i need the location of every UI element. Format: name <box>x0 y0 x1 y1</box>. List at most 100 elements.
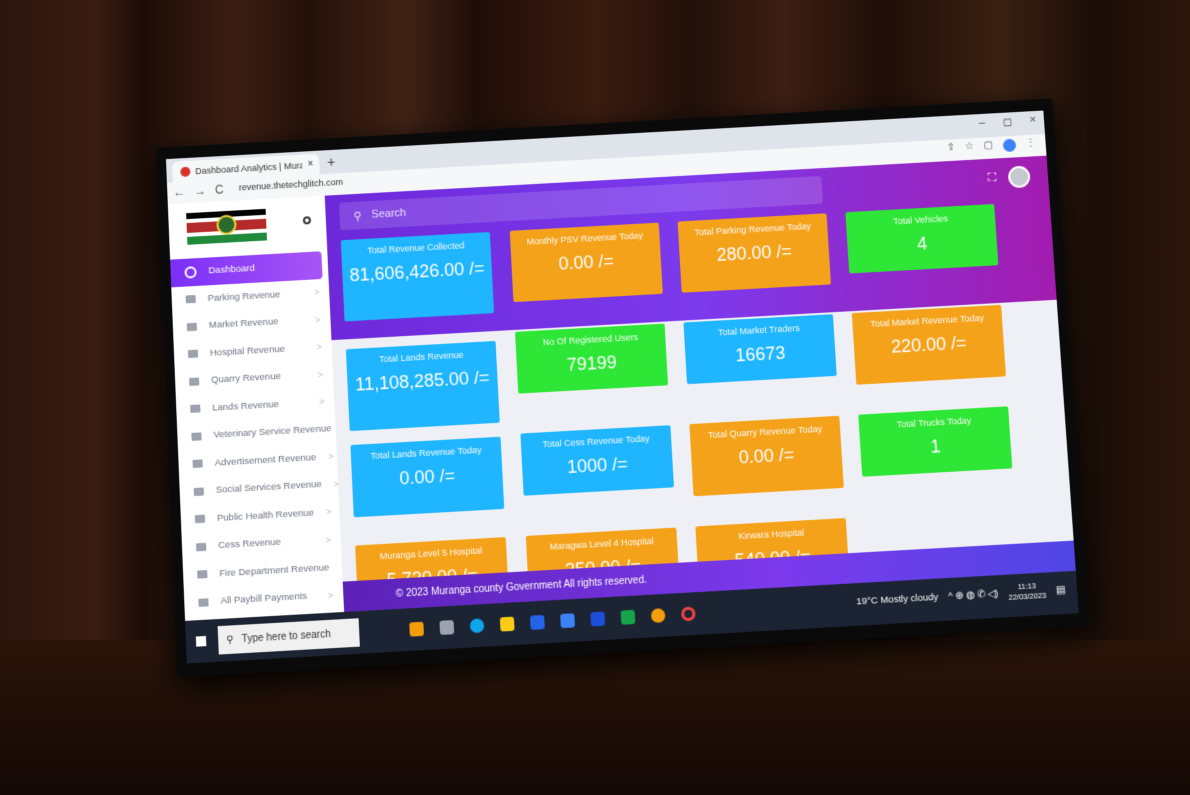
stat-card-value: 79199 <box>522 349 661 379</box>
file-explorer-icon[interactable] <box>500 617 515 632</box>
stat-card-label: Total Parking Revenue Today <box>684 220 822 240</box>
chevron-right-icon: > <box>318 369 334 380</box>
stat-card: Total Market Traders 16673 <box>683 314 836 384</box>
menu-item-icon <box>192 460 202 469</box>
chevron-right-icon: > <box>328 589 344 600</box>
close-window-button[interactable]: × <box>1029 114 1036 127</box>
stat-card: Total Lands Revenue 11,108,285.00 /= <box>346 341 500 431</box>
search-input[interactable]: Search <box>371 207 406 221</box>
menu-item-icon <box>187 322 197 331</box>
stat-card-label: Total Quarry Revenue Today <box>696 422 835 443</box>
clock-date: 22/03/2023 <box>1008 591 1046 603</box>
chrome-icon[interactable] <box>651 608 666 623</box>
search-icon: ⚲ <box>226 634 234 646</box>
menu-item-icon <box>186 295 196 303</box>
stat-card-value: 11,108,285.00 /= <box>353 366 492 396</box>
new-tab-button[interactable]: + <box>327 154 336 170</box>
stat-card-label: Total Vehicles <box>852 210 990 230</box>
reload-button[interactable]: C <box>215 183 224 197</box>
stat-card: Total Vehicles 4 <box>845 204 998 274</box>
stat-card: Total Lands Revenue Today 0.00 /= <box>350 437 504 518</box>
sidebar-item-label: Public Health Revenue <box>217 507 314 523</box>
back-button[interactable]: ← <box>173 185 185 199</box>
stat-card-label: Total Revenue Collected <box>347 238 485 258</box>
county-flag-logo <box>186 209 267 245</box>
footer-text: © 2023 Muranga county Government All rig… <box>395 574 647 599</box>
weather-text[interactable]: 19°C Mostly cloudy <box>856 591 939 607</box>
window-controls: – ◻ × <box>979 114 1037 130</box>
stat-card-label: Total Cess Revenue Today <box>527 432 666 453</box>
stat-card-value: 1 <box>866 432 1005 462</box>
tab-close-button[interactable]: × <box>307 159 319 170</box>
menu-item-icon <box>198 598 208 607</box>
taskbar-search[interactable]: ⚲ Type here to search <box>218 618 360 654</box>
tray-icons[interactable]: ^ ⊕ ◍ ✆ ◁) <box>948 588 999 602</box>
share-icon[interactable]: ⇪ <box>946 142 955 155</box>
mail-icon[interactable] <box>560 613 575 628</box>
dashboard-icon <box>184 266 196 279</box>
profile-icon[interactable] <box>1003 139 1017 152</box>
sidebar-item-label: Dashboard <box>208 263 255 276</box>
stat-card-label: Maragwa Level 4 Hospital <box>532 534 671 555</box>
menu-item-icon <box>190 405 200 414</box>
chevron-right-icon: > <box>319 396 335 407</box>
url-field[interactable]: revenue.thetechglitch.com <box>239 177 344 193</box>
stat-card-label: Total Market Revenue Today <box>858 311 996 332</box>
edge-icon[interactable] <box>470 618 485 633</box>
forward-button[interactable]: → <box>194 184 207 198</box>
news-widget-icon[interactable] <box>409 622 424 637</box>
sidebar-toggle-icon[interactable] <box>303 216 311 224</box>
menu-item-icon <box>194 487 204 496</box>
nav-buttons: ← → C <box>173 183 224 200</box>
taskbar-apps <box>409 606 696 636</box>
menu-item-icon <box>191 432 201 441</box>
stat-card: Monthly PSV Revenue Today 0.00 /= <box>510 223 663 303</box>
menu-item-icon <box>189 377 199 386</box>
stat-card: Total Market Revenue Today 220.00 /= <box>852 305 1006 385</box>
opera-icon[interactable] <box>681 606 696 621</box>
sidebar-item-label: Lands Revenue <box>212 399 279 414</box>
sidebar-item-label: Hospital Revenue <box>210 343 285 358</box>
stat-card-label: No Of Registered Users <box>521 330 659 351</box>
stat-card-label: Total Lands Revenue <box>352 347 490 368</box>
task-view-icon[interactable] <box>439 620 454 635</box>
stat-card-label: Total Market Traders <box>690 320 828 341</box>
stat-card-value: 16673 <box>691 339 830 369</box>
stat-card-value: 81,606,426.00 /= <box>348 257 486 286</box>
stat-card-value: 1000 /= <box>528 451 667 481</box>
sidebar-menu: Dashboard Parking Revenue > Market Revenue >… <box>170 251 345 645</box>
stat-card: Total Revenue Collected 81,606,426.00 /= <box>341 232 494 321</box>
main-content: ⚲ Search ⛶ Total Revenue Collected 81,606… <box>325 156 1076 612</box>
sidebar-item-label: Cess Revenue <box>218 537 281 552</box>
sidebar-item-label: Social Services Revenue <box>216 479 322 496</box>
excel-icon[interactable] <box>621 610 636 625</box>
store-icon[interactable] <box>530 615 545 630</box>
tv-monitor: Dashboard Analytics | Muranga × + – ◻ × … <box>156 98 1090 677</box>
menu-item-icon <box>195 515 205 524</box>
chevron-right-icon: > <box>316 341 332 352</box>
clock[interactable]: 11:13 22/03/2023 <box>1008 581 1047 603</box>
stat-card-value: 280.00 /= <box>685 238 823 267</box>
fullscreen-icon[interactable]: ⛶ <box>988 170 997 185</box>
kebab-menu-icon[interactable]: ⋮ <box>1025 138 1036 151</box>
minimize-button[interactable]: – <box>979 117 986 130</box>
word-icon[interactable] <box>590 612 605 627</box>
menu-item-icon <box>197 570 207 579</box>
sidepanel-icon[interactable]: ▢ <box>983 140 993 153</box>
search-icon: ⚲ <box>353 209 362 222</box>
windows-start-icon[interactable] <box>196 636 207 647</box>
sidebar: Dashboard Parking Revenue > Market Revenue >… <box>168 196 344 621</box>
sidebar-item-label: Market Revenue <box>209 316 279 331</box>
stat-card: Total Trucks Today 1 <box>858 406 1012 476</box>
stat-card-value: 220.00 /= <box>859 330 998 360</box>
taskbar-search-input[interactable]: Type here to search <box>241 628 331 644</box>
system-tray: 19°C Mostly cloudy ^ ⊕ ◍ ✆ ◁) 11:13 22/0… <box>856 580 1066 612</box>
sidebar-item-label: Fire Department Revenue <box>219 562 329 579</box>
menu-item-icon <box>188 350 198 359</box>
bookmark-star-icon[interactable]: ☆ <box>965 141 975 154</box>
chevron-right-icon: > <box>325 534 341 545</box>
notifications-icon[interactable]: ▤ <box>1056 584 1066 596</box>
stat-card-value: 4 <box>853 229 992 258</box>
maximize-button[interactable]: ◻ <box>1002 115 1012 128</box>
stat-card-label: Monthly PSV Revenue Today <box>516 229 654 249</box>
